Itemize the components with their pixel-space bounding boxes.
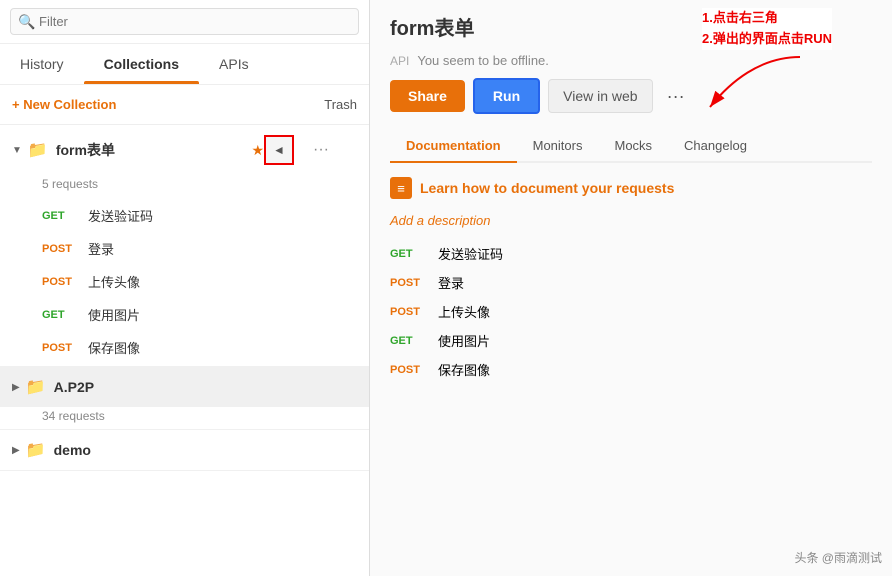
method-badge-post: POST <box>390 364 426 376</box>
method-badge-post: POST <box>42 342 78 354</box>
collection-demo-name: demo <box>54 442 357 458</box>
star-icon: ★ <box>251 142 264 159</box>
tab-monitors[interactable]: Monitors <box>517 130 599 163</box>
method-badge-get: GET <box>42 309 78 321</box>
list-item[interactable]: POST 上传头像 <box>0 265 369 298</box>
learn-icon: ≡ <box>390 177 412 199</box>
collection-form-header[interactable]: ▼ 📁 form表单 ★ ··· ◄ <box>0 125 369 175</box>
search-bar: 🔍 <box>0 0 369 44</box>
tab-collections[interactable]: Collections <box>84 44 199 84</box>
list-item[interactable]: GET 发送验证码 <box>0 199 369 232</box>
sidebar-tabs: History Collections APIs <box>0 44 369 85</box>
annotation-box: 1.点击右三角 2.弹出的界面点击RUN <box>702 8 832 50</box>
action-buttons: Share Run View in web ··· <box>390 78 872 114</box>
collection-demo-header[interactable]: ▶ 📁 demo <box>0 430 369 470</box>
list-item[interactable]: GET 发送验证码 <box>390 244 872 263</box>
list-item[interactable]: POST 登录 <box>390 273 872 292</box>
view-in-web-button[interactable]: View in web <box>548 79 652 113</box>
page-title: form表单 <box>390 12 474 41</box>
request-name: 上传头像 <box>438 302 490 321</box>
collection-more-button[interactable]: ··· <box>313 141 329 159</box>
annotation-text-line2: 2.弹出的界面点击RUN <box>702 29 832 50</box>
request-name: 使用图片 <box>438 331 490 350</box>
share-button[interactable]: Share <box>390 80 465 112</box>
list-item[interactable]: GET 使用图片 <box>0 298 369 331</box>
method-badge-post: POST <box>390 277 426 289</box>
collections-list: ▼ 📁 form表单 ★ ··· ◄ 5 requests GET 发送验证码 … <box>0 125 369 576</box>
folder-icon: 📁 <box>28 140 48 160</box>
collection-ap2p-header[interactable]: ▶ 📁 A.P2P <box>0 367 369 407</box>
sidebar: 🔍 History Collections APIs + New Collect… <box>0 0 370 576</box>
chevron-right-icon: ▶ <box>12 382 20 393</box>
collection-form-name: form表单 <box>56 140 246 160</box>
annotation-text-line1: 1.点击右三角 <box>702 8 832 29</box>
tab-apis[interactable]: APIs <box>199 44 269 84</box>
method-badge-get: GET <box>390 248 426 260</box>
watermark: 头条 @雨滴测试 <box>794 549 882 566</box>
add-description[interactable]: Add a description <box>390 213 872 228</box>
new-collection-button[interactable]: + New Collection <box>12 93 116 116</box>
tab-mocks[interactable]: Mocks <box>598 130 668 163</box>
learn-link-text: Learn how to document your requests <box>420 180 674 196</box>
method-badge-post: POST <box>42 243 78 255</box>
list-item[interactable]: POST 登录 <box>0 232 369 265</box>
list-item[interactable]: GET 使用图片 <box>390 331 872 350</box>
chevron-down-icon: ▼ <box>12 145 22 156</box>
request-name: 保存图像 <box>438 360 490 379</box>
method-badge-get: GET <box>42 210 78 222</box>
list-item[interactable]: POST 保存图像 <box>0 331 369 364</box>
request-name: 发送验证码 <box>438 244 503 263</box>
search-icon: 🔍 <box>18 13 35 30</box>
doc-tabs: Documentation Monitors Mocks Changelog <box>390 130 872 163</box>
collapse-arrow-button[interactable]: ◄ <box>264 135 294 165</box>
folder-icon: 📁 <box>26 377 46 397</box>
request-name: 登录 <box>438 273 464 292</box>
main-content: form表单 1.点击右三角 2.弹出的界面点击RUN API You seem… <box>370 0 892 576</box>
collection-demo: ▶ 📁 demo <box>0 430 369 471</box>
sidebar-actions: + New Collection Trash <box>0 85 369 125</box>
tab-documentation[interactable]: Documentation <box>390 130 517 163</box>
method-badge-post: POST <box>390 306 426 318</box>
request-list-form: GET 发送验证码 POST 登录 POST 上传头像 GET 使用图片 POS… <box>0 197 369 366</box>
learn-link[interactable]: ≡ Learn how to document your requests <box>390 177 872 199</box>
api-label: API <box>390 54 409 68</box>
method-badge-post: POST <box>42 276 78 288</box>
list-item[interactable]: POST 保存图像 <box>390 360 872 379</box>
request-doc-list: GET 发送验证码 POST 登录 POST 上传头像 GET 使用图片 POS… <box>390 244 872 379</box>
offline-message: You seem to be offline. <box>417 53 549 68</box>
collection-ap2p-name: A.P2P <box>54 379 357 395</box>
collection-ap2p-meta: 34 requests <box>0 407 369 429</box>
request-name: 上传头像 <box>88 272 140 291</box>
chevron-right-icon: ▶ <box>12 445 20 456</box>
tab-history[interactable]: History <box>0 44 84 84</box>
collection-ap2p: ▶ 📁 A.P2P 34 requests <box>0 367 369 430</box>
search-input[interactable] <box>10 8 359 35</box>
list-item[interactable]: POST 上传头像 <box>390 302 872 321</box>
collection-form-meta: 5 requests <box>0 175 369 197</box>
trash-button[interactable]: Trash <box>324 97 357 112</box>
folder-icon: 📁 <box>26 440 46 460</box>
more-button[interactable]: ··· <box>661 82 691 111</box>
method-badge-get: GET <box>390 335 426 347</box>
request-name: 登录 <box>88 239 114 258</box>
offline-bar: API You seem to be offline. <box>390 51 872 68</box>
collection-form: ▼ 📁 form表单 ★ ··· ◄ 5 requests GET 发送验证码 … <box>0 125 369 367</box>
request-name: 使用图片 <box>88 305 140 324</box>
run-button[interactable]: Run <box>473 78 540 114</box>
request-name: 保存图像 <box>88 338 140 357</box>
request-name: 发送验证码 <box>88 206 153 225</box>
tab-changelog[interactable]: Changelog <box>668 130 763 163</box>
